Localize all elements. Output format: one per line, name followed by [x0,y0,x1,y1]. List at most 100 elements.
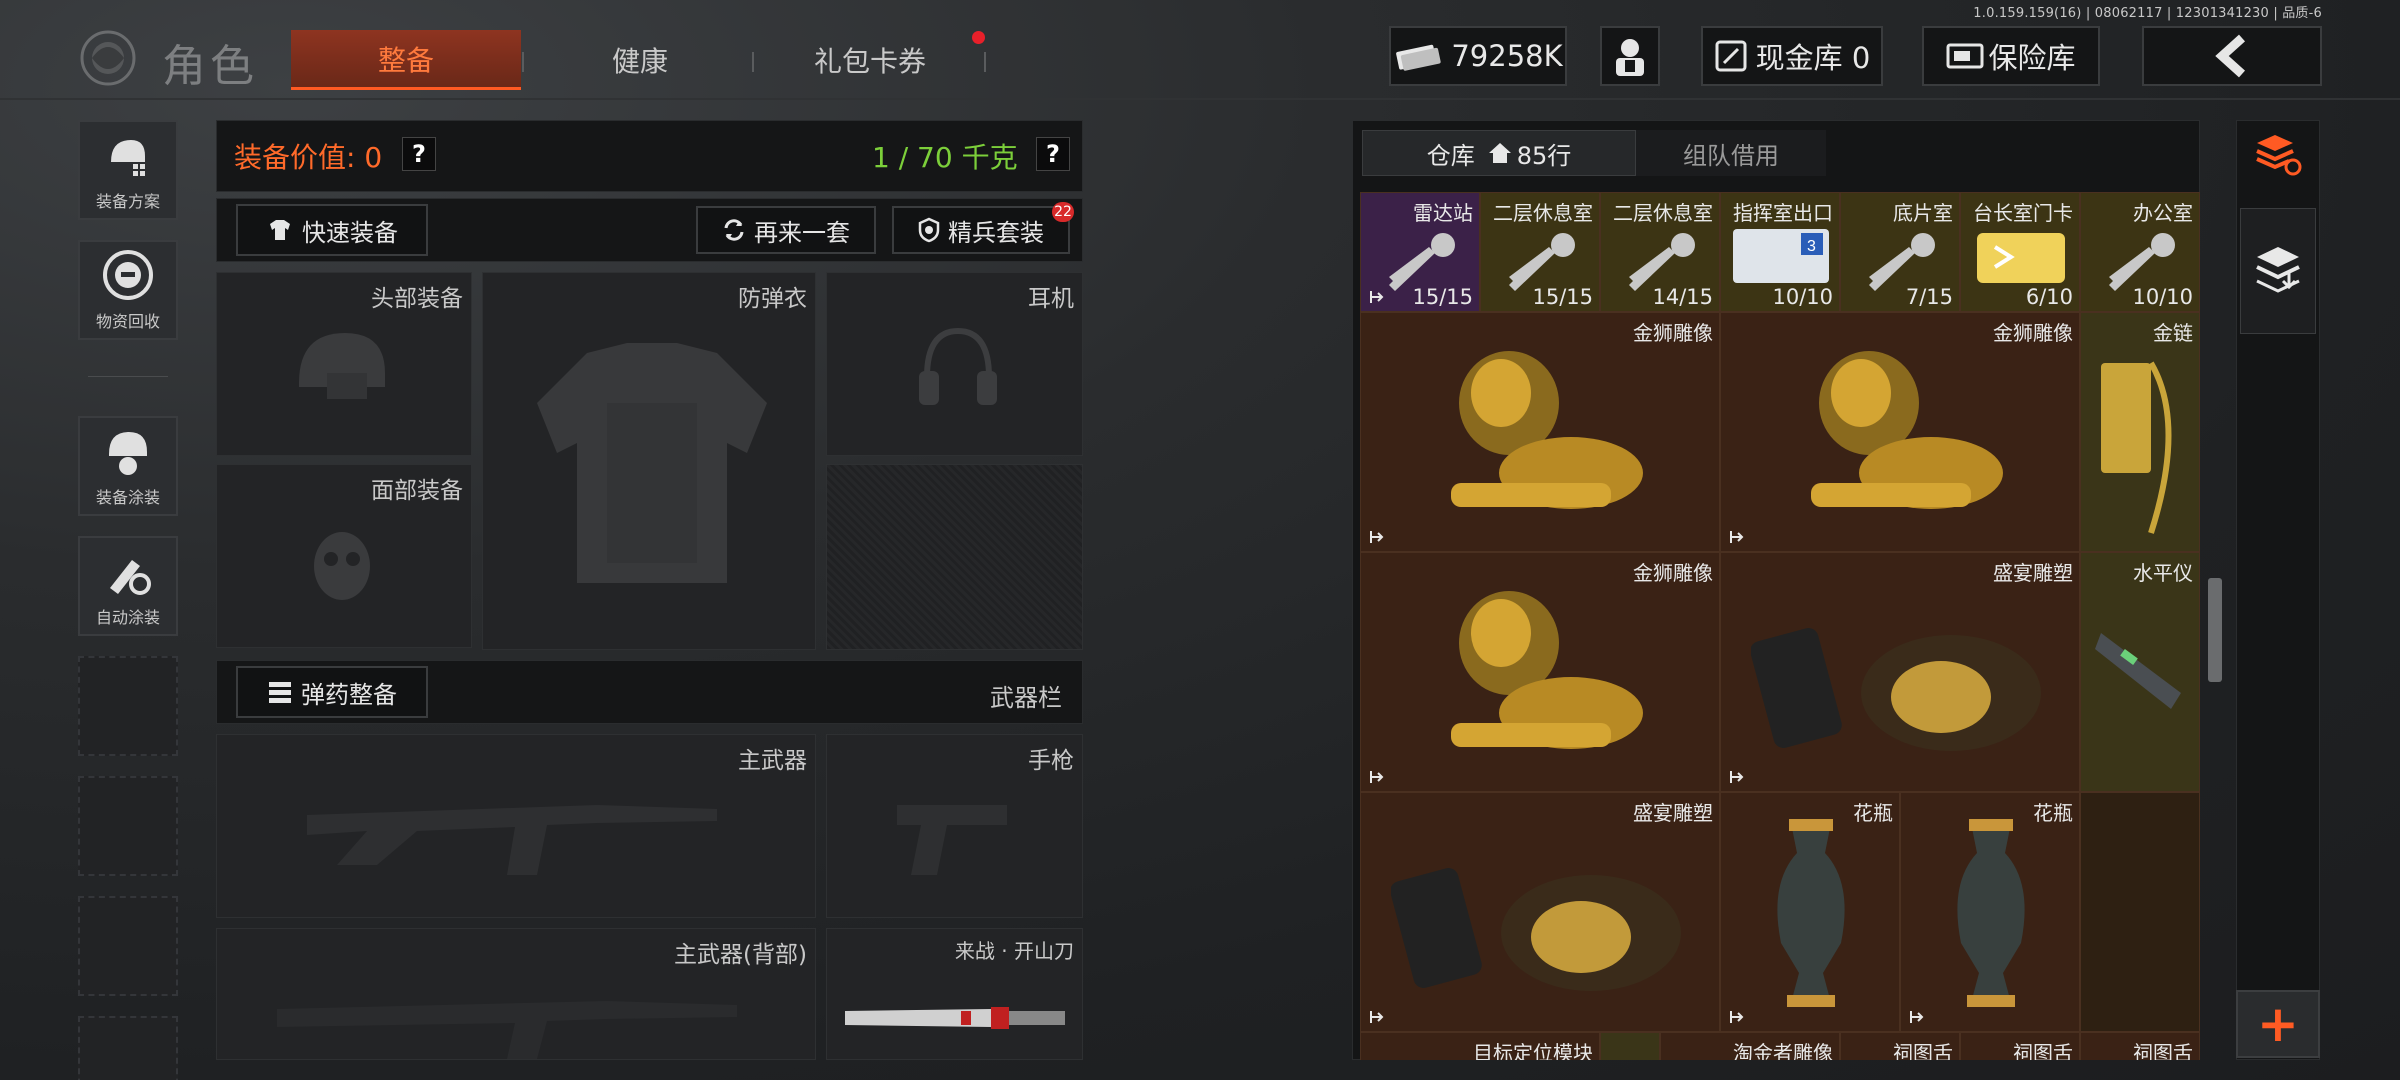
transfer-icon [1370,1011,1384,1023]
ammo-icon [269,682,291,703]
item-vase[interactable]: 花瓶 [1720,792,1900,1032]
transfer-icon [1370,771,1384,783]
item-gold-lion-statue[interactable]: 金狮雕像 [1720,312,2080,552]
bust-sculpture-icon [1751,628,2041,751]
tab-divider [984,52,986,72]
tab-divider [522,52,524,72]
transfer-icon [1730,771,1744,783]
game-screen: { "version_text":"1.0.159.159(16) | 0806… [0,0,2400,1080]
transfer-icon [1370,291,1384,303]
warehouse-grid: 雷达站 15/15 二层休息室 15/15 二层休息室 14/15 指挥室出口 … [1360,192,2200,1060]
equip-plan-button[interactable]: 装备方案 [78,120,178,220]
elite-set-button[interactable]: 精兵套装 [892,206,1070,254]
quick-equip-button[interactable]: 快速装备 [236,204,428,256]
yellow-card-icon [1977,233,2065,283]
slot-locked [826,464,1083,650]
role-logo-icon [80,30,136,86]
another-set-button[interactable]: 再来一套 [696,206,876,254]
item-gold-digger-statue[interactable]: 淘金者雕像 [1660,1032,1840,1060]
empty-menu-slot [78,896,178,996]
tab-prep[interactable]: 整备 [291,30,521,90]
empty-menu-slot [78,1016,178,1080]
slot-primary-weapon[interactable]: 主武器 [216,734,816,918]
headset-icon [919,327,997,405]
helmet-icon [299,333,385,399]
item-gold-lion-statue[interactable]: 金狮雕像 [1360,552,1720,792]
item-key-office[interactable]: 办公室 10/10 [2080,192,2200,312]
item-targeting-module[interactable]: 目标定位模块 [1360,1032,1600,1060]
supply-recycle-button[interactable]: 物资回收 [78,240,178,340]
add-storage-button[interactable]: + [2236,990,2320,1058]
empty-cell [2080,792,2200,1032]
equip-paint-button[interactable]: 装备涂装 [78,416,178,516]
weight-readout: 1 / 70 千克 [872,141,1018,174]
refresh-icon [724,219,744,241]
tab-warehouse[interactable]: 仓库 85行 [1362,130,1636,176]
lion-statue-icon [1451,351,1643,509]
transfer-icon [1730,531,1744,543]
item-relic[interactable]: 祠图舌 [1840,1032,1960,1060]
safe-icon [1946,43,1984,69]
tab-gift-cards[interactable]: 礼包卡券 [760,30,980,90]
storage-layer-button[interactable] [2240,208,2316,334]
item-key-negative-room[interactable]: 底片室 7/15 [1840,192,1960,312]
item-relic[interactable]: 祠图舌 [2080,1032,2200,1060]
empty-menu-slot [78,776,178,876]
cash-icon [1396,44,1442,71]
slot-headset[interactable]: 耳机 [826,272,1083,456]
transfer-icon [1910,1011,1924,1023]
item-key-lounge[interactable]: 二层休息室 15/15 [1480,192,1600,312]
elite-count-badge: 22 [1052,202,1074,222]
item-feast-sculpture[interactable]: 盛宴雕塑 [1720,552,2080,792]
rifle-back-icon [277,1001,737,1059]
value-help-icon[interactable]: ? [402,137,436,171]
helmet-plan-icon [111,140,145,176]
auto-paint-icon [110,560,151,595]
slot-primary-back[interactable]: 主武器(背部) [216,928,816,1060]
tab-team-borrow[interactable]: 组队借用 [1636,130,1826,176]
recycle-face-icon [103,250,153,300]
access-card-icon: 3 [1733,229,1829,283]
slot-face[interactable]: 面部装备 [216,464,472,648]
item-key-lounge-2[interactable]: 二层休息室 14/15 [1600,192,1720,312]
version-text: 1.0.159.159(16) | 08062117 | 12301341230… [1973,6,2322,21]
slot-head[interactable]: 头部装备 [216,272,472,456]
pistol-icon [897,805,1007,875]
sort-button[interactable] [2240,122,2316,188]
auto-paint-button[interactable]: 自动涂装 [78,536,178,636]
item-gold-lion-statue[interactable]: 金狮雕像 [1360,312,1720,552]
weapon-bar-label: 武器栏 [990,684,1062,712]
operator-button[interactable] [1600,26,1660,86]
safe-box-button[interactable]: 保险库 [1922,26,2100,86]
item-feast-sculpture[interactable]: 盛宴雕塑 [1360,792,1720,1032]
slot-pistol[interactable]: 手枪 [826,734,1083,918]
slot-body-armor[interactable]: 防弹衣 [482,272,816,650]
slot-melee[interactable]: 来战 · 开山刀 [826,928,1083,1060]
item-gold-chain[interactable]: 金链 [2080,312,2200,552]
lion-statue-icon [1451,591,1643,749]
back-arrow-icon [2215,34,2246,78]
vase-icon [1777,819,1845,1007]
shirt-icon [270,220,290,240]
rifle-icon [307,805,717,875]
item-card-command-exit[interactable]: 指挥室出口 3 10/10 [1720,192,1840,312]
item-key-radar[interactable]: 雷达站 15/15 [1360,192,1480,312]
menu-divider [88,376,168,377]
vault-icon [1715,40,1747,72]
item-level[interactable]: 水平仪 [2080,552,2200,792]
item-card-director[interactable]: 台长室门卡 6/10 [1960,192,2080,312]
transfer-icon [1370,531,1384,543]
shield-icon [918,217,940,243]
back-button[interactable] [2142,26,2322,86]
money-display[interactable]: 79258K [1389,26,1567,86]
ammo-prep-button[interactable]: 弹药整备 [236,666,428,718]
equipment-value: 装备价值: 0 [234,141,383,174]
item-relic[interactable]: 祠图舌 [1960,1032,2080,1060]
item-vase[interactable]: 花瓶 [1900,792,2080,1032]
layers-download-icon [2256,247,2300,293]
weight-help-icon[interactable]: ? [1036,137,1070,171]
cash-vault-button[interactable]: 现金库 0 [1701,26,1883,86]
warehouse-scrollbar[interactable] [2208,578,2222,682]
tab-health[interactable]: 健康 [560,30,720,90]
level-tool-icon [2095,633,2181,709]
